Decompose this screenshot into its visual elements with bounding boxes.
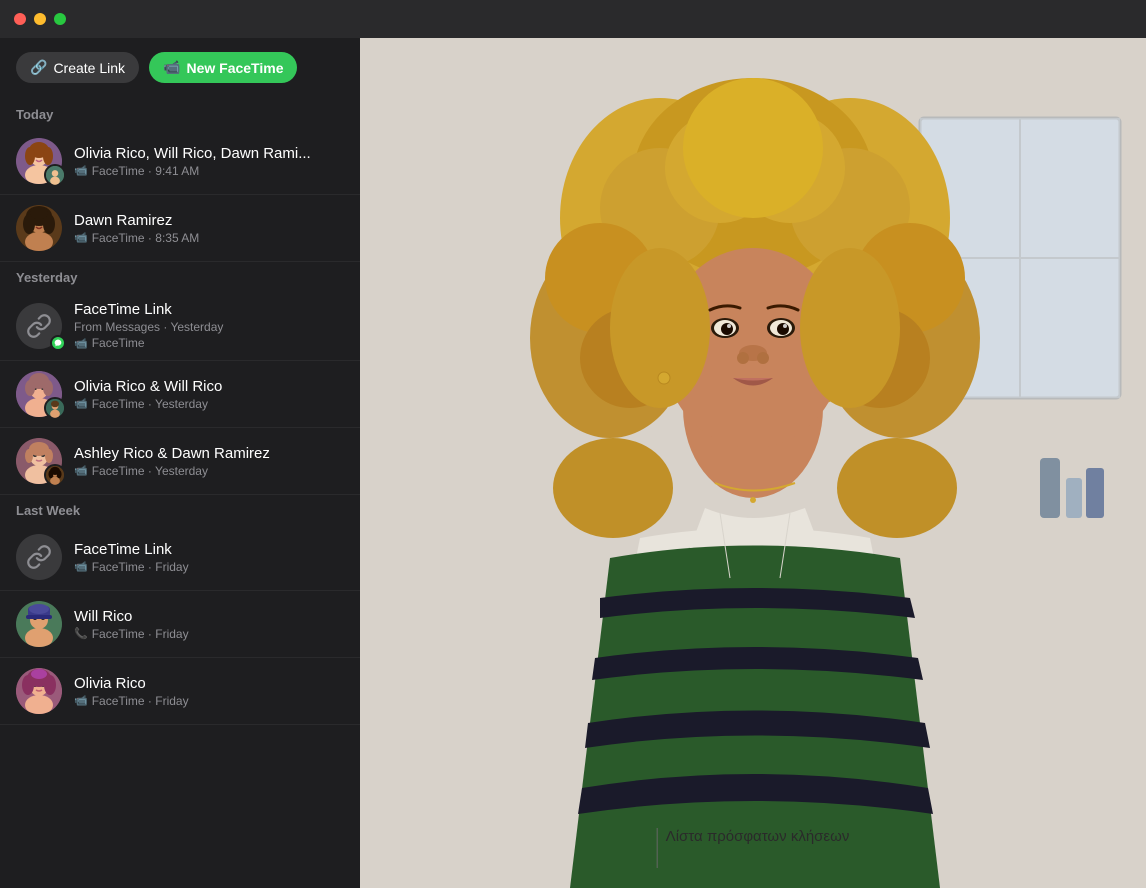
- call-name-ashley-dawn: Ashley Rico & Dawn Ramirez: [74, 445, 344, 462]
- video-icon-olivia: 📹: [74, 694, 88, 707]
- call-item-facetime-link-friday[interactable]: FaceTime Link 📹 FaceTime · Friday: [0, 524, 360, 591]
- avatar-olivia-rico: [16, 668, 62, 714]
- call-name-link: FaceTime Link: [74, 301, 344, 318]
- call-info-olivia-will-dawn: Olivia Rico, Will Rico, Dawn Rami... 📹 F…: [74, 145, 344, 178]
- avatar-circle-will: [16, 601, 62, 647]
- section-yesterday: Yesterday: [0, 262, 360, 291]
- caption-text: Λίστα πρόσφατων κλήσεων: [666, 828, 850, 845]
- call-detail-dawn: 📹 FaceTime · 8:35 AM: [74, 231, 344, 245]
- call-name-olivia-will: Olivia Rico & Will Rico: [74, 378, 344, 395]
- phone-icon-will: 📞: [74, 627, 88, 640]
- avatar-circle-olivia: [16, 668, 62, 714]
- sidebar: 🔗 Create Link 📹 New FaceTime Today: [0, 38, 360, 888]
- avatar-will-small2: [44, 397, 66, 419]
- call-detail-facetime: 📹 FaceTime: [74, 336, 344, 350]
- avatar-will-rico: [16, 601, 62, 647]
- call-detail-olivia-will: 📹 FaceTime · Yesterday: [74, 397, 344, 411]
- section-last-week: Last Week: [0, 495, 360, 524]
- call-detail-olivia: 📹 FaceTime · Friday: [74, 694, 344, 708]
- new-facetime-label: New FaceTime: [186, 60, 283, 76]
- call-name-dawn: Dawn Ramirez: [74, 212, 344, 229]
- close-button[interactable]: [14, 13, 26, 25]
- maximize-button[interactable]: [54, 13, 66, 25]
- avatar-dawn: [16, 205, 62, 251]
- avatar-ashley-dawn: [16, 438, 62, 484]
- facetime-content-area: Λίστα πρόσφατων κλήσεων: [360, 38, 1146, 888]
- call-detail-ashley-dawn: 📹 FaceTime · Yesterday: [74, 464, 344, 478]
- call-info-link-yesterday: FaceTime Link From Messages · Yesterday …: [74, 301, 344, 350]
- call-name: Olivia Rico, Will Rico, Dawn Rami...: [74, 145, 344, 162]
- call-name-link-friday: FaceTime Link: [74, 541, 344, 558]
- video-camera-icon: 📹: [163, 59, 180, 76]
- call-detail-from-messages: From Messages · Yesterday: [74, 320, 344, 334]
- call-name-will: Will Rico: [74, 608, 344, 625]
- call-info-link-friday: FaceTime Link 📹 FaceTime · Friday: [74, 541, 344, 574]
- video-icon: 📹: [74, 164, 88, 177]
- call-item-olivia-rico[interactable]: Olivia Rico 📹 FaceTime · Friday: [0, 658, 360, 725]
- call-detail: 📹 FaceTime · 9:41 AM: [74, 164, 344, 178]
- call-info-ashley-dawn: Ashley Rico & Dawn Ramirez 📹 FaceTime · …: [74, 445, 344, 478]
- messages-badge: [50, 335, 66, 351]
- call-info-olivia: Olivia Rico 📹 FaceTime · Friday: [74, 675, 344, 708]
- avatar-link-friday: [16, 534, 62, 580]
- video-icon-link: 📹: [74, 337, 88, 350]
- link-avatar-friday: [16, 534, 62, 580]
- call-info-dawn: Dawn Ramirez 📹 FaceTime · 8:35 AM: [74, 212, 344, 245]
- avatar-link-yesterday: [16, 303, 62, 349]
- avatar-will-small: [44, 164, 66, 186]
- video-icon-dawn: 📹: [74, 231, 88, 244]
- call-item-dawn-ramirez[interactable]: Dawn Ramirez 📹 FaceTime · 8:35 AM: [0, 195, 360, 262]
- create-link-button[interactable]: 🔗 Create Link: [16, 52, 139, 83]
- call-item-olivia-will-dawn[interactable]: Olivia Rico, Will Rico, Dawn Rami... 📹 F…: [0, 128, 360, 195]
- title-bar: [0, 0, 1146, 38]
- section-today: Today: [0, 99, 360, 128]
- video-icon-ashley: 📹: [74, 464, 88, 477]
- new-facetime-button[interactable]: 📹 New FaceTime: [149, 52, 297, 83]
- call-item-olivia-will[interactable]: Olivia Rico & Will Rico 📹 FaceTime · Yes…: [0, 361, 360, 428]
- avatar-dawn-small: [44, 464, 66, 486]
- buttons-row: 🔗 Create Link 📹 New FaceTime: [0, 38, 360, 99]
- call-detail-will: 📞 FaceTime · Friday: [74, 627, 344, 641]
- avatar-olivia-will: [16, 371, 62, 417]
- call-info-will: Will Rico 📞 FaceTime · Friday: [74, 608, 344, 641]
- link-icon: 🔗: [30, 59, 47, 76]
- call-item-will-rico[interactable]: Will Rico 📞 FaceTime · Friday: [0, 591, 360, 658]
- video-icon-link-friday: 📹: [74, 560, 88, 573]
- call-item-facetime-link-yesterday[interactable]: FaceTime Link From Messages · Yesterday …: [0, 291, 360, 361]
- create-link-label: Create Link: [53, 60, 125, 76]
- video-icon-olivia-will: 📹: [74, 397, 88, 410]
- main-layout: 🔗 Create Link 📹 New FaceTime Today: [0, 38, 1146, 888]
- call-detail-link-friday: 📹 FaceTime · Friday: [74, 560, 344, 574]
- call-name-olivia: Olivia Rico: [74, 675, 344, 692]
- call-info-olivia-will: Olivia Rico & Will Rico 📹 FaceTime · Yes…: [74, 378, 344, 411]
- avatar-circle-dawn: [16, 205, 62, 251]
- call-item-ashley-dawn[interactable]: Ashley Rico & Dawn Ramirez 📹 FaceTime · …: [0, 428, 360, 495]
- avatar-group-olivia-will-dawn: [16, 138, 62, 184]
- minimize-button[interactable]: [34, 13, 46, 25]
